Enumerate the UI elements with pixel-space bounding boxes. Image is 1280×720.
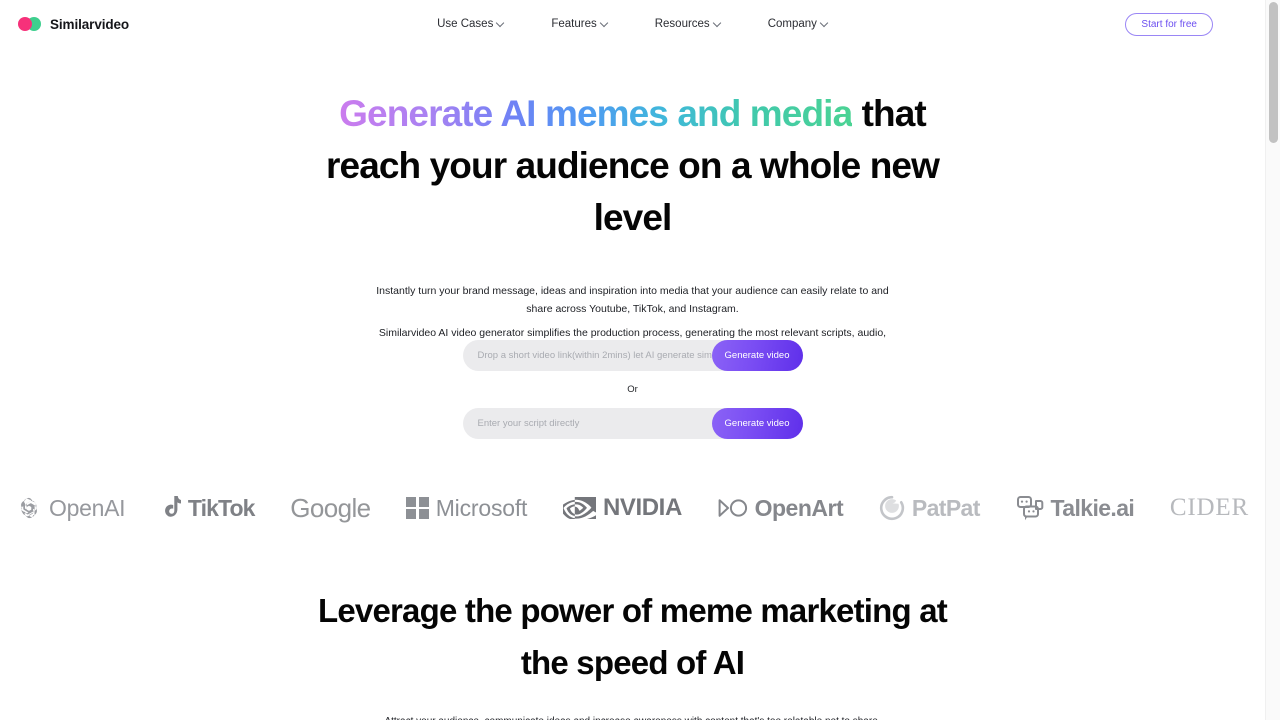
logo-label: CIDER <box>1169 494 1249 521</box>
logo-openai: OpenAI <box>16 494 126 522</box>
generate-video-button-script[interactable]: Generate video <box>711 408 803 439</box>
openai-icon <box>21 497 37 519</box>
chevron-down-icon <box>714 20 721 27</box>
nav-item-features[interactable]: Features <box>551 18 607 30</box>
logo-label: Talkie.ai <box>1050 494 1135 521</box>
logo-talkie: Talkie.ai <box>1016 495 1135 522</box>
logo-google: Google <box>290 492 371 524</box>
openart-icon <box>718 499 747 517</box>
logo-tiktok: TikTok <box>161 495 255 522</box>
nav-item-resources[interactable]: Resources <box>655 18 721 30</box>
or-divider-label: Or <box>627 384 638 395</box>
logo-patpat: PatPat <box>879 495 980 522</box>
chevron-down-icon <box>821 20 828 27</box>
generate-forms: Generate video Or Generate video <box>0 340 1265 439</box>
video-link-form: Generate video <box>462 340 803 371</box>
partner-logo-strip: OpenAI TikTok Google Microsoft NVIDIA Op… <box>0 487 1265 529</box>
page-root: Similarvideo Use Cases Features Resource… <box>0 0 1280 720</box>
logo-openart: OpenArt <box>718 495 844 522</box>
scrollbar-thumb[interactable] <box>1269 2 1278 143</box>
start-for-free-button[interactable]: Start for free <box>1125 12 1213 36</box>
chevron-down-icon <box>497 20 504 27</box>
logo-cider: CIDER <box>1170 494 1249 522</box>
hero-paragraph-1: Instantly turn your brand message, ideas… <box>376 285 889 315</box>
meme-marketing-section: Leverage the power of meme marketing at … <box>0 585 1265 720</box>
chevron-down-icon <box>601 20 608 27</box>
hero-title-gradient: Generate AI memes and media <box>339 93 853 134</box>
script-form: Generate video <box>462 408 803 439</box>
section-title: Leverage the power of meme marketing at … <box>317 592 948 681</box>
nav-label: Features <box>551 18 597 30</box>
hero-section: Generate AI memes and media that reach y… <box>0 88 1265 360</box>
nav-label: Use Cases <box>437 18 494 30</box>
generate-video-button-link[interactable]: Generate video <box>711 340 803 371</box>
main-navigation: Use Cases Features Resources Company <box>0 18 1265 30</box>
logo-label: OpenArt <box>754 494 844 521</box>
microsoft-icon <box>406 496 429 520</box>
nav-label: Company <box>767 18 817 30</box>
site-header: Similarvideo Use Cases Features Resource… <box>0 0 1265 48</box>
logo-label: TikTok <box>187 494 256 521</box>
logo-label: OpenAI <box>49 494 126 521</box>
hero-title: Generate AI memes and media that reach y… <box>303 88 963 244</box>
logo-label: NVIDIA <box>602 494 682 521</box>
logo-label: PatPat <box>911 494 981 521</box>
logo-label: Google <box>290 492 371 523</box>
nvidia-icon <box>562 497 596 519</box>
nav-item-company[interactable]: Company <box>768 18 828 30</box>
nav-label: Resources <box>654 18 710 30</box>
logo-label: Microsoft <box>435 494 528 521</box>
logo-microsoft: Microsoft <box>406 495 527 522</box>
nav-item-use-cases[interactable]: Use Cases <box>437 18 504 30</box>
section-paragraph: Attract your audience, communicate ideas… <box>378 713 888 720</box>
tiktok-icon <box>164 496 181 517</box>
patpat-icon <box>879 495 904 521</box>
page-scrollbar[interactable] <box>1265 0 1280 720</box>
talkie-icon <box>1016 496 1043 521</box>
logo-nvidia: NVIDIA <box>562 494 682 522</box>
